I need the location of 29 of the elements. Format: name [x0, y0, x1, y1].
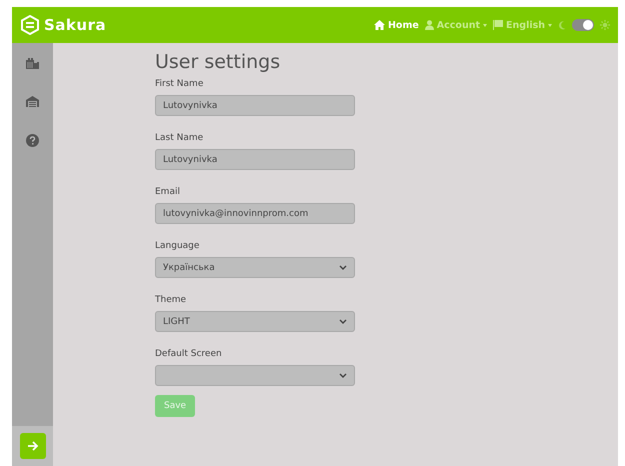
flag-icon	[493, 20, 504, 30]
user-icon	[424, 20, 434, 30]
field-label: Last Name	[155, 132, 204, 144]
input-field[interactable]: lutovynivka@innovinnprom.com	[155, 203, 355, 224]
sun-icon	[600, 20, 610, 30]
chevron-icon	[339, 319, 347, 324]
field-label: Language	[155, 240, 200, 252]
field-label: Default Screen	[155, 348, 223, 360]
select-field[interactable]: LIGHT	[155, 311, 355, 332]
select-field[interactable]: Українська	[155, 257, 355, 278]
logo-icon	[20, 15, 40, 35]
field-label: Email	[155, 186, 181, 198]
field-label: First Name	[155, 78, 204, 90]
input-field[interactable]: Lutovynivka	[155, 149, 355, 170]
chevron-icon	[339, 265, 347, 270]
chevron-icon	[339, 373, 347, 378]
page-title: User settings	[155, 50, 282, 74]
brand-name: Sakura	[44, 16, 106, 34]
select-field[interactable]	[155, 365, 355, 386]
arrow-icon	[26, 440, 38, 452]
help-icon[interactable]	[26, 134, 39, 147]
home-icon	[374, 20, 385, 30]
field-label: Theme	[155, 294, 188, 306]
input-field[interactable]: Lutovynivka	[155, 95, 355, 116]
warehouse-icon[interactable]	[26, 96, 39, 107]
expand-button[interactable]	[20, 433, 46, 459]
theme-toggle[interactable]	[572, 19, 594, 31]
factory-icon[interactable]	[26, 58, 39, 69]
moon-icon	[558, 20, 566, 30]
